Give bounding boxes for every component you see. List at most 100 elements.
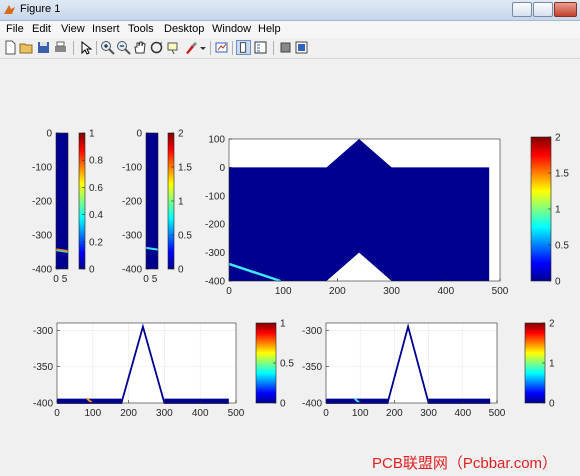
menu-edit[interactable]: Edit [32, 23, 51, 35]
colorbar-tick-label: 0.5 [280, 359, 294, 370]
colorbar-tick-label: 1 [89, 129, 95, 140]
colorbar-tick-label: 0.8 [89, 156, 103, 167]
menu-insert[interactable]: Insert [92, 23, 120, 35]
y-tick-label: -300 [205, 248, 225, 259]
x-tick-label: 400 [192, 408, 209, 419]
y-tick-label: 0 [46, 129, 52, 140]
x-tick-label: 0 [53, 274, 59, 285]
colorbar-gradient [78, 132, 86, 270]
narrow-field-2-axes: 0-100-200-300-4000 5 [122, 129, 159, 285]
link-plot-icon[interactable] [214, 40, 229, 55]
x-tick-label: 500 [228, 408, 245, 419]
y-tick-label: -300 [122, 231, 142, 242]
show-plot-tools-icon[interactable] [294, 40, 309, 55]
colorbar-tick-label: 0 [178, 265, 184, 276]
x-tick-label: 100 [84, 408, 101, 419]
y-tick-label: -400 [302, 399, 322, 410]
x-tick-label: 200 [329, 286, 346, 297]
x-tick-label: 0 [54, 408, 60, 419]
rotate-3d-icon[interactable] [149, 40, 164, 55]
colorbar-tick-label: 1 [555, 205, 561, 216]
close-button[interactable] [554, 2, 577, 17]
y-tick-label: 100 [208, 135, 225, 146]
x-tick-label: 200 [120, 408, 137, 419]
y-tick-label: -350 [302, 362, 322, 373]
zoom-out-icon[interactable] [116, 40, 131, 55]
narrow-field-1-axes: 0-100-200-300-4000 5 [32, 129, 69, 285]
boundary-profile-1-colorbar: 10.50 [255, 319, 294, 410]
colorbar-tick-label: 1 [280, 319, 286, 330]
zoom-in-icon[interactable] [100, 40, 115, 55]
y-tick-label: -300 [302, 326, 322, 337]
pointer-icon[interactable] [78, 40, 93, 55]
domain-field-axes: 1000-100-200-300-4000 100 200 300 400 500 [205, 135, 509, 298]
axes-background [57, 323, 236, 403]
matlab-app-icon [4, 5, 15, 14]
y-tick-label: -200 [205, 220, 225, 231]
x-tick-label: 100 [275, 286, 292, 297]
colorbar-tick-label: 0.2 [89, 237, 103, 248]
colorbar-tick-label: 1.5 [178, 163, 192, 174]
save-icon[interactable] [36, 40, 51, 55]
y-tick-label: 0 [136, 129, 142, 140]
y-tick-label: -100 [122, 163, 142, 174]
x-tick-label: 500 [492, 286, 509, 297]
brush-icon[interactable] [183, 40, 198, 55]
figure-canvas: 0-100-200-300-4000 510.80.60.40.200-100-2… [32, 129, 569, 420]
brush-dropdown-icon[interactable] [199, 40, 207, 55]
colorbar-tick-label: 2 [555, 133, 561, 144]
x-tick-label: 300 [156, 408, 173, 419]
print-icon[interactable] [53, 40, 68, 55]
menu-view[interactable]: View [61, 23, 85, 35]
menu-desktop[interactable]: Desktop [164, 23, 204, 35]
colorbar-tick-label: 1 [549, 359, 555, 370]
narrow-field-2-colorbar: 2 1.5 1 0.5 0 [167, 129, 192, 276]
colorbar-tick-label: 1.5 [555, 169, 569, 180]
y-tick-label: -350 [33, 362, 53, 373]
minimize-button[interactable] [512, 2, 532, 17]
boundary-profile-1-axes: -300 -350 -4000 100 200 300 400 500 [33, 322, 245, 419]
hide-plot-tools-icon[interactable] [278, 40, 293, 55]
colorbar-tick-label: 0 [549, 399, 555, 410]
narrow-field-1-colorbar: 1 0.8 0.6 0.4 0.2 0 [78, 129, 103, 276]
menu-help[interactable]: Help [258, 23, 281, 35]
colorbar-tick-label: 0 [280, 399, 286, 410]
colorbar-tick-label: 0.5 [555, 241, 569, 252]
y-tick-label: -400 [205, 277, 225, 288]
boundary-profile-2-colorbar: 2 1 0 [524, 319, 555, 410]
y-tick-label: -200 [122, 197, 142, 208]
pan-hand-icon[interactable] [132, 40, 147, 55]
x-tick-label: 0 [226, 286, 232, 297]
maximize-button[interactable] [533, 2, 553, 17]
x-tick-label: 5 [152, 274, 158, 285]
new-figure-icon[interactable] [3, 40, 18, 55]
data-cursor-icon[interactable] [166, 40, 181, 55]
colorbar-tick-label: 0 [555, 277, 561, 288]
colorbar-tick-label: 2 [178, 129, 184, 140]
x-tick-label: 0 [143, 274, 149, 285]
axes-background [326, 323, 497, 403]
colorbar-tick-label: 0.6 [89, 183, 103, 194]
x-tick-label: 500 [489, 408, 506, 419]
x-tick-label: 400 [437, 286, 454, 297]
y-tick-label: -400 [33, 399, 53, 410]
y-tick-label: -300 [32, 231, 52, 242]
x-tick-label: 300 [420, 408, 437, 419]
x-tick-label: 400 [454, 408, 471, 419]
legend-toggle-icon[interactable] [253, 40, 268, 55]
title-bar: Figure 1 [0, 0, 580, 21]
y-tick-label: 0 [219, 163, 225, 174]
x-tick-label: 100 [352, 408, 369, 419]
open-file-icon[interactable] [19, 40, 34, 55]
x-tick-label: 200 [386, 408, 403, 419]
menu-file[interactable]: File [6, 23, 24, 35]
domain-field-colorbar: 2 1.5 1 0.5 0 [530, 133, 569, 288]
menu-window[interactable]: Window [212, 23, 251, 35]
x-tick-label: 5 [62, 274, 68, 285]
y-tick-label: -100 [205, 191, 225, 202]
colorbar-toggle-icon[interactable] [236, 40, 251, 55]
menu-tools[interactable]: Tools [128, 23, 154, 35]
y-tick-label: -400 [32, 265, 52, 276]
colorbar-tick-label: 2 [549, 319, 555, 330]
window-title: Figure 1 [20, 3, 61, 15]
